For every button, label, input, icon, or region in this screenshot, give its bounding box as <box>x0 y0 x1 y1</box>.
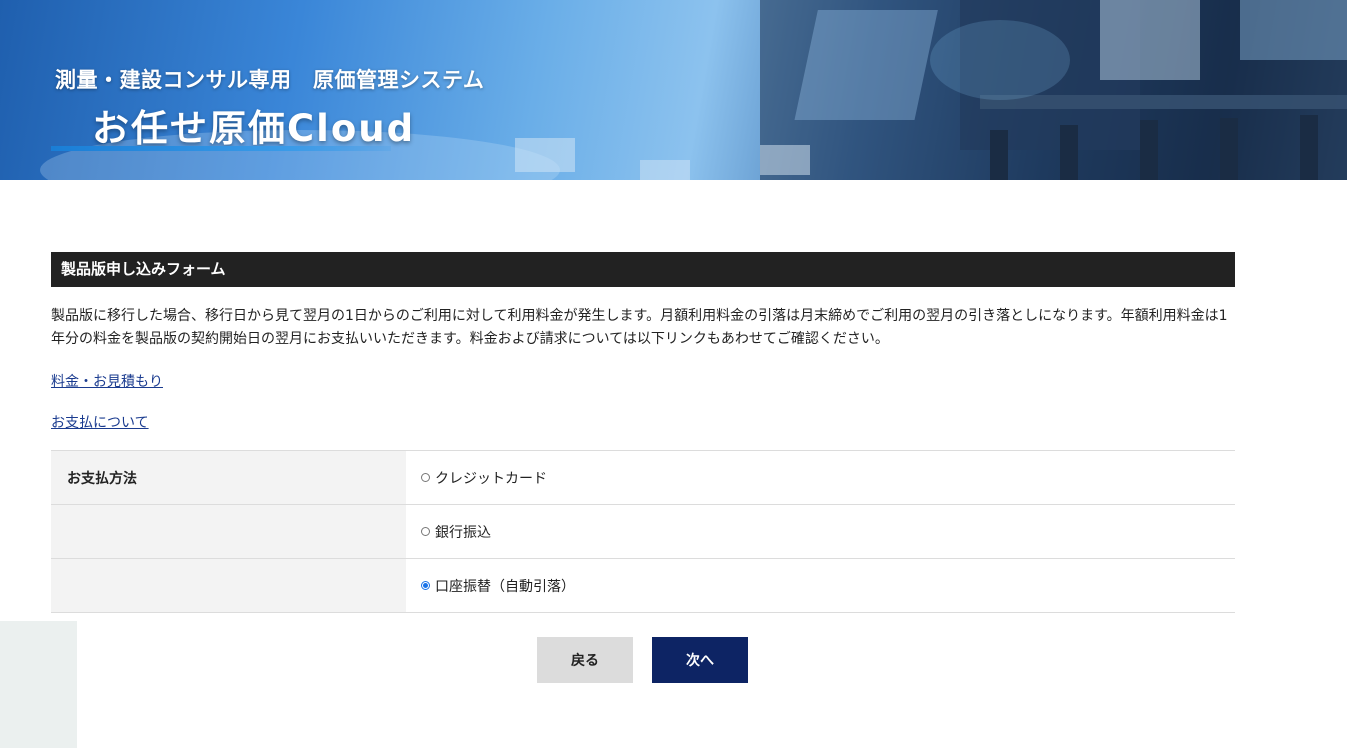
banner-title: お任せ原価Cloud <box>92 107 416 150</box>
radio-button[interactable] <box>421 527 430 536</box>
payment-method-label: お支払方法 <box>51 450 406 505</box>
banner-title-underline <box>51 146 391 151</box>
form-header: 製品版申し込みフォーム <box>51 252 1235 287</box>
table-row: お支払方法 クレジットカード <box>51 450 1235 505</box>
payment-option-cell: 口座振替（自動引落） <box>406 558 1235 613</box>
empty-label-cell <box>51 504 406 559</box>
next-button[interactable]: 次へ <box>652 637 748 683</box>
radio-label: 口座振替（自動引落） <box>435 578 575 595</box>
radio-bank-transfer[interactable]: 銀行振込 <box>421 522 491 542</box>
payment-option-cell: クレジットカード <box>406 450 1235 505</box>
radio-button-checked[interactable] <box>421 581 430 590</box>
header-banner: 測量・建設コンサル専用 原価管理システム お任せ原価Cloud <box>0 0 1347 180</box>
payment-option-cell: 銀行振込 <box>406 504 1235 559</box>
banner-subtitle: 測量・建設コンサル専用 原価管理システム <box>55 68 485 92</box>
payment-info-link[interactable]: お支払について <box>51 412 149 432</box>
radio-button[interactable] <box>421 473 430 482</box>
payment-method-table: お支払方法 クレジットカード 銀行振込 口座振替（自動引落） <box>51 450 1235 613</box>
radio-label: クレジットカード <box>435 470 547 487</box>
radio-direct-debit[interactable]: 口座振替（自動引落） <box>421 576 575 596</box>
back-button[interactable]: 戻る <box>537 637 633 683</box>
side-panel <box>0 621 77 748</box>
pricing-link[interactable]: 料金・お見積もり <box>51 371 163 391</box>
form-description: 製品版に移行した場合、移行日から見て翌月の1日からのご利用に対して利用料金が発生… <box>51 308 1228 347</box>
table-row: 口座振替（自動引落） <box>51 558 1235 613</box>
radio-credit-card[interactable]: クレジットカード <box>421 468 547 488</box>
radio-label: 銀行振込 <box>435 524 491 541</box>
table-row: 銀行振込 <box>51 504 1235 559</box>
empty-label-cell <box>51 558 406 613</box>
